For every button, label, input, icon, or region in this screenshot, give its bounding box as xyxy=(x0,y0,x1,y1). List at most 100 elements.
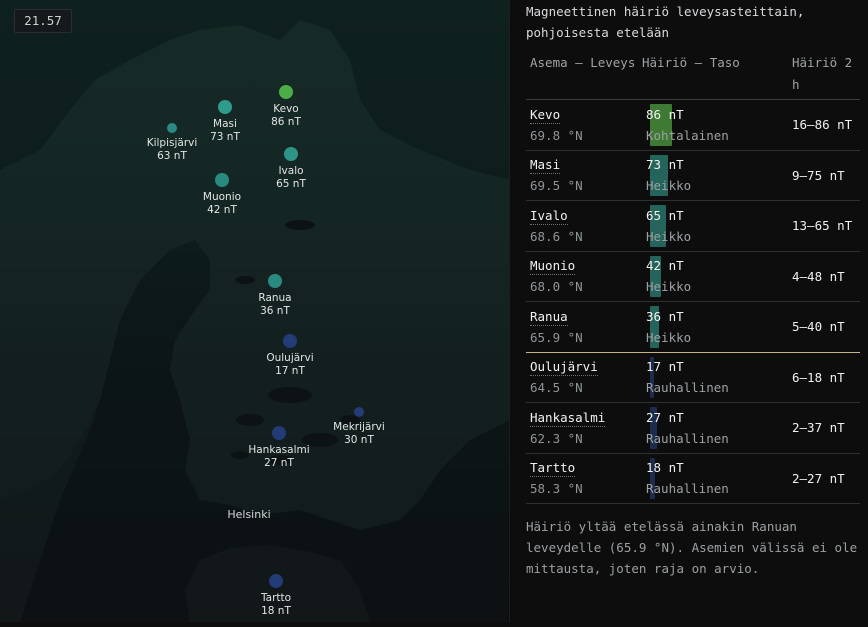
table-row[interactable]: Masi 69.5 °N 73 nT Heikko 9–75 nT xyxy=(526,150,860,201)
station-value-label: 36 nT xyxy=(260,305,290,317)
station-value-label: 65 nT xyxy=(276,178,306,190)
activity-level: Heikko xyxy=(646,329,692,345)
station-name-label: Oulujärvi xyxy=(266,352,313,364)
station-name-label: Muonio xyxy=(203,191,241,203)
station-latitude: 68.0 °N xyxy=(530,279,583,295)
station-name[interactable]: Masi xyxy=(530,157,561,175)
station-cell: Tartto 58.3 °N xyxy=(526,453,638,504)
magnitude-value: 65 nT xyxy=(646,207,684,223)
station-cell: Muonio 68.0 °N xyxy=(526,251,638,302)
station-cell: Oulujärvi 64.5 °N xyxy=(526,352,638,403)
header-range[interactable]: Häiriö 2 h xyxy=(788,50,860,100)
panel-title: Magneettinen häiriö leveysasteittain, po… xyxy=(526,4,805,40)
table-row[interactable]: Hankasalmi 62.3 °N 27 nT Rauhallinen 2–37 nT xyxy=(526,403,860,454)
station-cell: Hankasalmi 62.3 °N xyxy=(526,403,638,454)
range-cell: 13–65 nT xyxy=(792,218,853,234)
header-station[interactable]: Asema – Leveys xyxy=(526,50,638,100)
header-magnitude[interactable]: Häiriö – Taso xyxy=(638,50,788,100)
station-dot[interactable] xyxy=(268,274,282,288)
magnetic-map[interactable]: Kevo 86 nT Masi 73 nT Kilpisjärvi 63 nT Ivalo 6… xyxy=(0,0,510,622)
station-name[interactable]: Oulujärvi xyxy=(530,359,598,377)
station-cell: Ranua 65.9 °N xyxy=(526,302,638,353)
magnitude-value: 27 nT xyxy=(646,409,684,425)
magnitude-cell: 65 nT Heikko xyxy=(638,201,788,252)
station-latitude: 65.9 °N xyxy=(530,329,583,345)
station-value-label: 18 nT xyxy=(261,605,291,617)
table-row[interactable]: Oulujärvi 64.5 °N 17 nT Rauhallinen 6–18 nT xyxy=(526,352,860,403)
table-row[interactable]: Kevo 69.8 °N 86 nT Kohtalainen 16–86 nT xyxy=(526,100,860,151)
station-name[interactable]: Tartto xyxy=(530,460,576,478)
magnitude-cell: 42 nT Heikko xyxy=(638,251,788,302)
table-row[interactable]: Ivalo 68.6 °N 65 nT Heikko 13–65 nT xyxy=(526,201,860,252)
station-dot[interactable] xyxy=(218,100,232,114)
activity-level: Kohtalainen xyxy=(646,127,729,143)
station-table: Asema – Leveys Häiriö – Taso Häiriö 2 h … xyxy=(526,50,860,504)
magnitude-cell: 86 nT Kohtalainen xyxy=(638,100,788,151)
magnitude-value: 17 nT xyxy=(646,359,684,375)
station-dot[interactable] xyxy=(354,407,364,417)
activity-level: Rauhallinen xyxy=(646,430,729,446)
range-cell: 9–75 nT xyxy=(792,167,845,183)
station-value-label: 86 nT xyxy=(271,116,301,128)
station-name-label: Tartto xyxy=(260,592,291,604)
magnitude-cell: 17 nT Rauhallinen xyxy=(638,352,788,403)
station-latitude: 68.6 °N xyxy=(530,228,583,244)
station-value-label: 42 nT xyxy=(207,204,237,216)
station-cell: Masi 69.5 °N xyxy=(526,150,638,201)
activity-level: Rauhallinen xyxy=(646,481,729,497)
station-name-label: Mekrijärvi xyxy=(333,421,385,433)
station-name[interactable]: Ivalo xyxy=(530,208,568,225)
time-display: 21.57 xyxy=(14,9,72,33)
magnitude-value: 73 nT xyxy=(646,157,684,173)
activity-level: Rauhallinen xyxy=(646,380,729,396)
station-value-label: 73 nT xyxy=(210,131,240,143)
station-dot[interactable] xyxy=(215,173,229,187)
magnitude-value: 86 nT xyxy=(646,106,684,122)
station-dot[interactable] xyxy=(284,147,298,161)
station-cell: Kevo 69.8 °N xyxy=(526,100,638,151)
aurora-overlay xyxy=(0,0,509,622)
activity-level: Heikko xyxy=(646,228,692,244)
table-row[interactable]: Muonio 68.0 °N 42 nT Heikko 4–48 nT xyxy=(526,251,860,302)
activity-level: Heikko xyxy=(646,178,692,194)
station-dot[interactable] xyxy=(279,85,293,99)
station-name[interactable]: Muonio xyxy=(530,258,576,276)
station-value-label: 63 nT xyxy=(157,150,187,162)
station-name-label: Ranua xyxy=(258,292,291,304)
station-value-label: 27 nT xyxy=(264,457,294,469)
magnitude-cell: 36 nT Heikko xyxy=(638,302,788,353)
station-value-label: 30 nT xyxy=(344,434,374,446)
station-name-label: Hankasalmi xyxy=(248,444,309,456)
range-cell: 5–40 nT xyxy=(792,319,845,335)
station-dot[interactable] xyxy=(272,426,286,440)
station-panel: Magneettinen häiriö leveysasteittain, po… xyxy=(526,0,866,579)
station-latitude: 58.3 °N xyxy=(530,481,583,497)
range-cell: 16–86 nT xyxy=(792,117,853,133)
city-label-helsinki: Helsinki xyxy=(227,508,270,521)
magnitude-cell: 73 nT Heikko xyxy=(638,150,788,201)
footnote: Häiriö yltää etelässä ainakin Ranuan lev… xyxy=(526,519,858,576)
magnitude-cell: 27 nT Rauhallinen xyxy=(638,403,788,454)
range-cell: 4–48 nT xyxy=(792,268,845,284)
magnitude-value: 18 nT xyxy=(646,460,684,476)
range-cell: 2–27 nT xyxy=(792,470,845,486)
activity-level: Heikko xyxy=(646,279,692,295)
magnitude-value: 36 nT xyxy=(646,308,684,324)
station-name[interactable]: Kevo xyxy=(530,107,561,124)
range-cell: 2–37 nT xyxy=(792,420,845,436)
station-dot[interactable] xyxy=(283,334,297,348)
station-latitude: 62.3 °N xyxy=(530,430,583,446)
station-latitude: 69.5 °N xyxy=(530,178,583,194)
station-name[interactable]: Hankasalmi xyxy=(530,410,606,427)
station-value-label: 17 nT xyxy=(275,365,305,377)
table-row[interactable]: Ranua 65.9 °N 36 nT Heikko 5–40 nT xyxy=(526,302,860,353)
station-name[interactable]: Ranua xyxy=(530,309,568,326)
station-dot[interactable] xyxy=(269,574,283,588)
map-canvas: Kevo86 nT Masi73 nT Kilpisjärvi63 nT Ivalo6… xyxy=(0,0,509,622)
magnitude-value: 42 nT xyxy=(646,258,684,274)
station-name-label: Ivalo xyxy=(278,165,303,177)
station-latitude: 64.5 °N xyxy=(530,380,583,396)
station-dot[interactable] xyxy=(167,123,177,133)
station-name-label: Kilpisjärvi xyxy=(147,137,198,149)
table-row[interactable]: Tartto 58.3 °N 18 nT Rauhallinen 2–27 nT xyxy=(526,453,860,504)
